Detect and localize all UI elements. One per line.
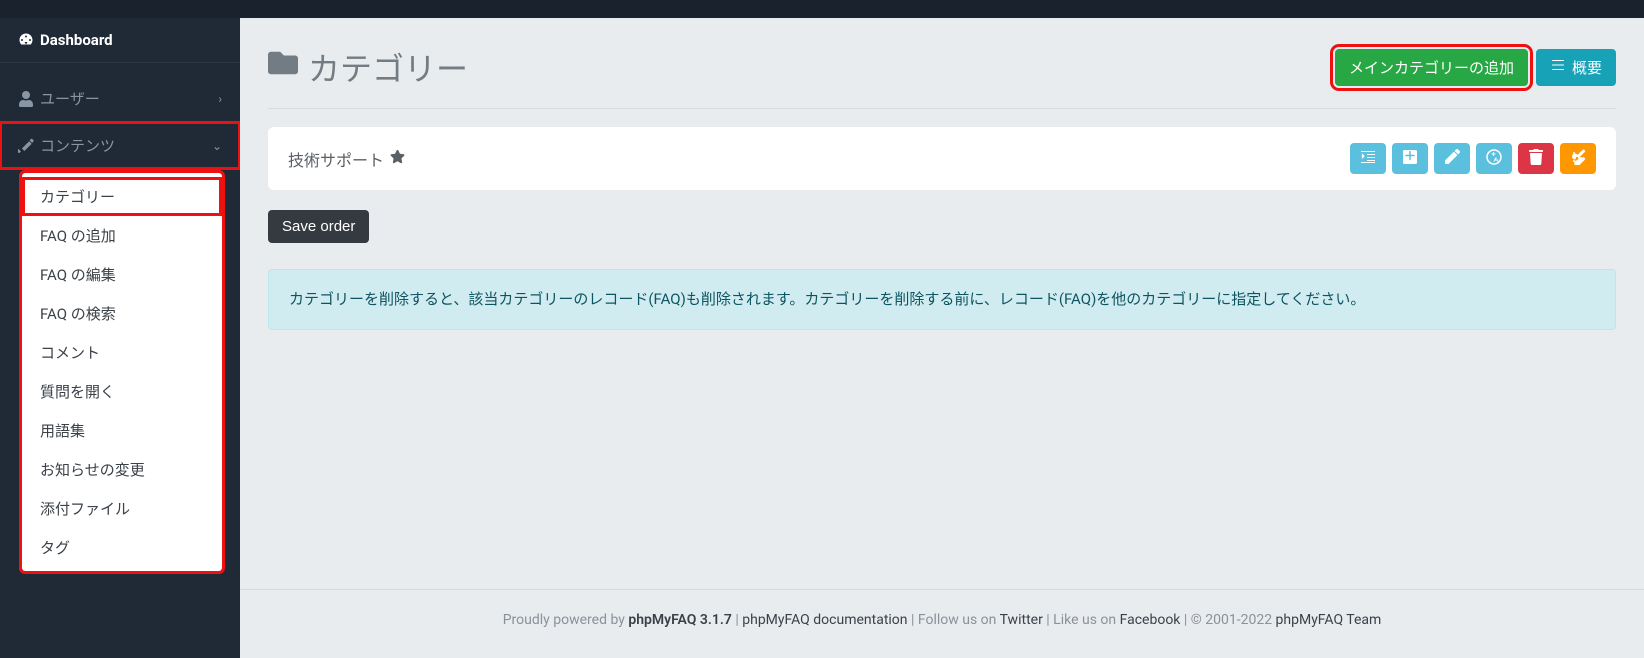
submenu-glossary[interactable]: 用語集: [22, 411, 222, 450]
chevron-right-icon: ›: [218, 92, 222, 106]
sidebar-topbar: [0, 0, 240, 18]
translate-button[interactable]: [1476, 143, 1512, 174]
trash-icon: [1528, 149, 1544, 168]
footer-copy: | © 2001-2022: [1180, 612, 1275, 628]
submenu-tags[interactable]: タグ: [22, 528, 222, 567]
user-icon: [18, 91, 40, 107]
footer-facebook-link[interactable]: Facebook: [1120, 612, 1181, 628]
indent-button[interactable]: [1350, 143, 1386, 174]
category-actions: [1350, 143, 1596, 174]
edit-icon: [18, 138, 40, 154]
footer-like: | Like us on: [1043, 612, 1120, 628]
nav-dashboard[interactable]: Dashboard: [0, 18, 240, 63]
scissors-icon: [1570, 149, 1586, 168]
category-name-text: 技術サポート: [288, 147, 384, 171]
plus-square-icon: [1402, 149, 1418, 168]
page-header: カテゴリー メインカテゴリーの追加 概要: [268, 44, 1616, 109]
submenu-news[interactable]: お知らせの変更: [22, 450, 222, 489]
dashboard-icon: [18, 32, 40, 48]
footer-powered: Proudly powered by: [503, 612, 629, 628]
contents-submenu: カテゴリー FAQ の追加 FAQ の編集 FAQ の検索 コメント 質問を開く…: [22, 173, 222, 571]
sidebar: Dashboard ユーザー › コンテンツ ⌄ カテゴリー FAQ の追加 F…: [0, 0, 240, 658]
chevron-down-icon: ⌄: [212, 139, 222, 153]
submenu-category[interactable]: カテゴリー: [22, 177, 222, 216]
pencil-icon: [1444, 149, 1460, 168]
category-row: 技術サポート: [268, 127, 1616, 190]
footer-docs-link[interactable]: phpMyFAQ documentation: [742, 612, 907, 628]
nav-users-label: ユーザー: [40, 88, 218, 109]
submenu-faq-search[interactable]: FAQ の検索: [22, 294, 222, 333]
submenu-open-questions[interactable]: 質問を開く: [22, 372, 222, 411]
indent-icon: [1360, 149, 1376, 168]
cut-button[interactable]: [1560, 143, 1596, 174]
nav-contents[interactable]: コンテンツ ⌄: [0, 122, 240, 169]
category-name: 技術サポート: [288, 147, 1350, 171]
submenu-attachments[interactable]: 添付ファイル: [22, 489, 222, 528]
page-title: カテゴリー: [268, 44, 468, 90]
edit-button[interactable]: [1434, 143, 1470, 174]
page-title-text: カテゴリー: [308, 44, 468, 90]
content: カテゴリー メインカテゴリーの追加 概要 技術サポート: [240, 18, 1644, 589]
footer: Proudly powered by phpMyFAQ 3.1.7 | phpM…: [240, 589, 1644, 658]
add-main-category-button[interactable]: メインカテゴリーの追加: [1335, 49, 1528, 86]
overview-label: 概要: [1572, 57, 1602, 78]
nav-dashboard-label: Dashboard: [40, 31, 222, 49]
main: カテゴリー メインカテゴリーの追加 概要 技術サポート: [240, 0, 1644, 658]
footer-sep1: |: [732, 612, 742, 628]
page-actions: メインカテゴリーの追加 概要: [1335, 49, 1616, 86]
add-sub-button[interactable]: [1392, 143, 1428, 174]
folder-icon: [268, 48, 298, 86]
nav-contents-label: コンテンツ: [40, 135, 212, 156]
delete-warning-alert: カテゴリーを削除すると、該当カテゴリーのレコード(FAQ)も削除されます。カテゴ…: [268, 269, 1616, 330]
footer-follow: | Follow us on: [908, 612, 1000, 628]
footer-twitter-link[interactable]: Twitter: [1000, 612, 1043, 628]
overview-button[interactable]: 概要: [1536, 49, 1616, 86]
footer-product: phpMyFAQ 3.1.7: [628, 612, 732, 628]
globe-icon: [1486, 149, 1502, 168]
submenu-comments[interactable]: コメント: [22, 333, 222, 372]
save-order-button[interactable]: Save order: [268, 210, 369, 243]
list-icon: [1550, 57, 1566, 77]
nav-users[interactable]: ユーザー ›: [0, 75, 240, 122]
delete-button[interactable]: [1518, 143, 1554, 174]
star-icon: [390, 149, 405, 168]
footer-team-link[interactable]: phpMyFAQ Team: [1276, 612, 1382, 628]
main-topbar: [240, 0, 1644, 18]
save-row: Save order: [268, 210, 1616, 243]
submenu-faq-edit[interactable]: FAQ の編集: [22, 255, 222, 294]
submenu-faq-add[interactable]: FAQ の追加: [22, 216, 222, 255]
